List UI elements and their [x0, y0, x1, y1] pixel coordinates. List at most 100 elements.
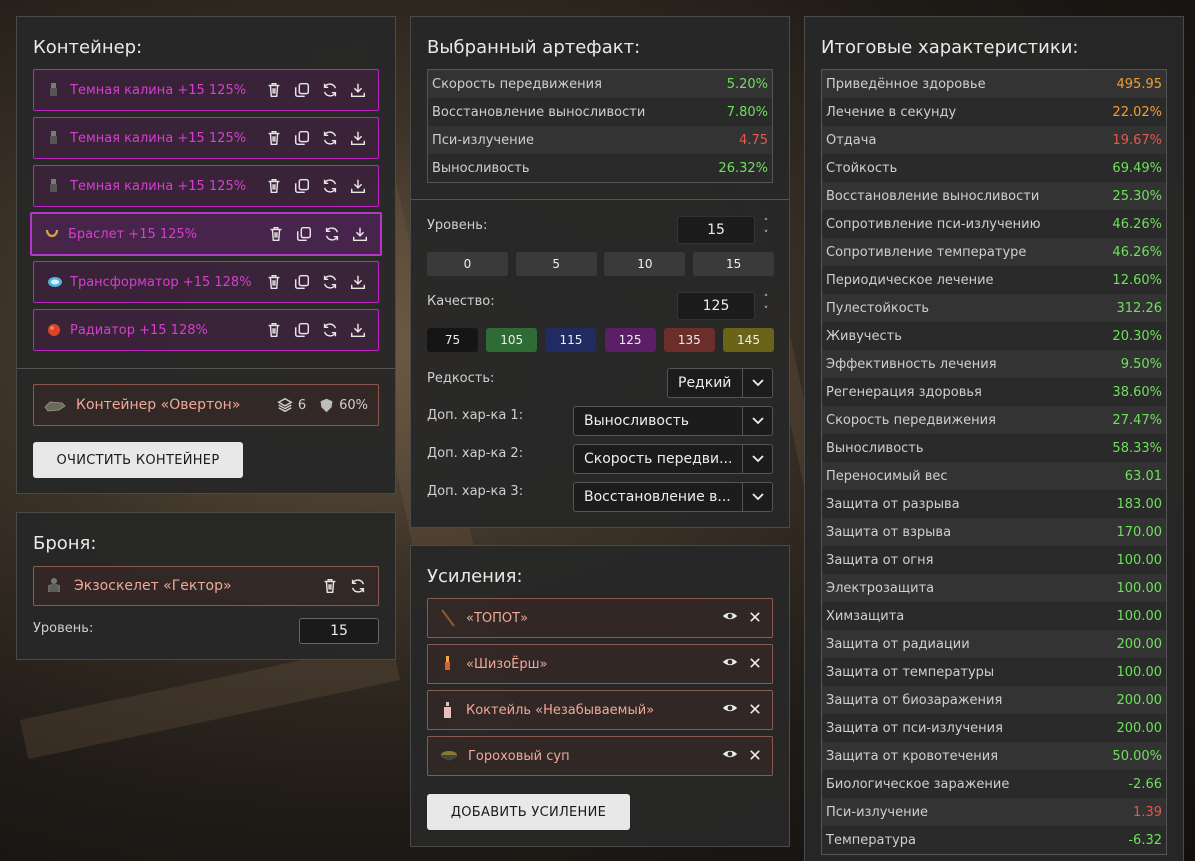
artifact-quality-label: Качество: — [427, 294, 495, 309]
refresh-icon[interactable] — [320, 128, 340, 148]
eye-icon[interactable] — [722, 608, 738, 628]
refresh-icon[interactable] — [322, 224, 342, 244]
copy-icon[interactable] — [292, 80, 312, 100]
stat-name: Защита от взрыва — [826, 524, 952, 540]
artifact-level-input[interactable]: 15 — [677, 216, 755, 244]
artifact-quality-input[interactable]: 125 — [677, 292, 755, 320]
chevron-up-icon[interactable]: ˄ — [764, 219, 769, 228]
soup-icon — [438, 746, 460, 766]
stat-value: 100.00 — [1116, 580, 1163, 596]
close-icon[interactable] — [748, 655, 762, 674]
container-item[interactable]: Темная калина +15 125% — [33, 165, 379, 207]
level-preset-button[interactable]: 0 — [427, 252, 508, 276]
trash-icon[interactable] — [264, 272, 284, 292]
divider — [17, 368, 395, 369]
container-item[interactable]: Радиатор +15 128% — [33, 309, 379, 351]
quality-preset-button[interactable]: 145 — [723, 328, 774, 352]
stat-value: 312.26 — [1116, 300, 1163, 316]
refresh-icon[interactable] — [320, 320, 340, 340]
stat-name: Эффективность лечения — [826, 356, 997, 372]
close-icon[interactable] — [748, 701, 762, 720]
boost-item[interactable]: Гороховый суп — [427, 736, 773, 776]
extra1-select[interactable]: Выносливость — [573, 406, 773, 436]
rarity-select[interactable]: Редкий — [667, 368, 773, 398]
chevron-down-icon[interactable] — [742, 369, 772, 397]
add-boost-button[interactable]: ДОБАВИТЬ УСИЛЕНИЕ — [427, 794, 630, 830]
container-box[interactable]: Контейнер «Овертон» 6 60% — [33, 384, 379, 426]
level-preset-button[interactable]: 10 — [604, 252, 686, 276]
clear-container-button[interactable]: ОЧИСТИТЬ КОНТЕЙНЕР — [33, 442, 243, 478]
chevron-down-icon[interactable]: ˅ — [764, 307, 769, 316]
download-icon[interactable] — [348, 176, 368, 196]
stat-name: Биологическое заражение — [826, 776, 1010, 792]
stat-name: Восстановление выносливости — [432, 104, 646, 120]
close-icon[interactable] — [748, 747, 762, 766]
artifact-quality-spinner[interactable]: ˄ ˅ — [760, 295, 772, 316]
stat-value: 58.33% — [1112, 440, 1162, 456]
extra2-value: Скорость передви... — [584, 451, 733, 467]
copy-icon[interactable] — [294, 224, 314, 244]
boost-label: «ШизоЁрш» — [466, 656, 548, 672]
eye-icon[interactable] — [722, 700, 738, 720]
download-icon[interactable] — [348, 320, 368, 340]
stat-value: 200.00 — [1116, 636, 1163, 652]
trash-icon[interactable] — [266, 224, 286, 244]
eye-icon[interactable] — [722, 746, 738, 766]
armor-item[interactable]: Экзоскелет «Гектор» — [33, 566, 379, 606]
armor-level-input[interactable]: 15 — [299, 618, 379, 644]
eye-icon[interactable] — [722, 654, 738, 674]
level-preset-button[interactable]: 5 — [515, 252, 597, 276]
refresh-icon[interactable] — [320, 272, 340, 292]
copy-icon[interactable] — [292, 272, 312, 292]
download-icon[interactable] — [348, 80, 368, 100]
trash-icon[interactable] — [264, 80, 284, 100]
close-icon[interactable] — [748, 609, 762, 628]
stat-value: 50.00% — [1112, 748, 1162, 764]
copy-icon[interactable] — [292, 320, 312, 340]
quality-preset-button[interactable]: 135 — [663, 328, 715, 352]
copy-icon[interactable] — [292, 128, 312, 148]
stat-value: 20.30% — [1112, 328, 1162, 344]
chevron-down-icon[interactable]: ˅ — [764, 231, 769, 240]
container-title: Контейнер: — [33, 37, 143, 58]
extra3-select[interactable]: Восстановление в... — [573, 482, 773, 512]
stat-name: Скорость передвижения — [826, 412, 996, 428]
stat-row: Температура -6.32 — [822, 826, 1166, 854]
chevron-down-icon[interactable] — [742, 445, 772, 473]
refresh-icon[interactable] — [348, 576, 368, 596]
stat-row: Отдача 19.67% — [822, 126, 1166, 154]
refresh-icon[interactable] — [320, 176, 340, 196]
download-icon[interactable] — [348, 128, 368, 148]
stat-value: 170.00 — [1116, 524, 1163, 540]
artifact-title: Выбранный артефакт: — [427, 37, 641, 58]
refresh-icon[interactable] — [320, 80, 340, 100]
trash-icon[interactable] — [264, 128, 284, 148]
copy-icon[interactable] — [292, 176, 312, 196]
boost-item[interactable]: Коктейль «Незабываемый» — [427, 690, 773, 730]
stat-name: Защита от разрыва — [826, 496, 960, 512]
level-preset-button[interactable]: 15 — [693, 252, 775, 276]
chevron-down-icon[interactable] — [742, 407, 772, 435]
container-item[interactable]: Трансформатор +15 128% — [33, 261, 379, 303]
chevron-up-icon[interactable]: ˄ — [764, 295, 769, 304]
artifact-level-spinner[interactable]: ˄ ˅ — [760, 219, 772, 240]
boost-item[interactable]: «ШизоЁрш» — [427, 644, 773, 684]
extra2-select[interactable]: Скорость передви... — [573, 444, 773, 474]
chevron-down-icon[interactable] — [742, 483, 772, 511]
transformer-icon — [46, 274, 62, 290]
stat-row: Защита от огня 100.00 — [822, 546, 1166, 574]
download-icon[interactable] — [348, 272, 368, 292]
trash-icon[interactable] — [264, 320, 284, 340]
trash-icon[interactable] — [264, 176, 284, 196]
boost-item[interactable]: «ТОПОТ» — [427, 598, 773, 638]
quality-preset-button[interactable]: 115 — [545, 328, 597, 352]
quality-preset-button[interactable]: 105 — [486, 328, 538, 352]
download-icon[interactable] — [350, 224, 370, 244]
quality-preset-button[interactable]: 125 — [604, 328, 656, 352]
quality-preset-button[interactable]: 75 — [427, 328, 478, 352]
container-item[interactable]: Темная калина +15 125% — [33, 69, 379, 111]
trash-icon[interactable] — [320, 576, 340, 596]
container-item[interactable]: Браслет +15 125% — [30, 212, 382, 256]
container-item[interactable]: Темная калина +15 125% — [33, 117, 379, 159]
stat-value: 7.80% — [726, 104, 768, 120]
